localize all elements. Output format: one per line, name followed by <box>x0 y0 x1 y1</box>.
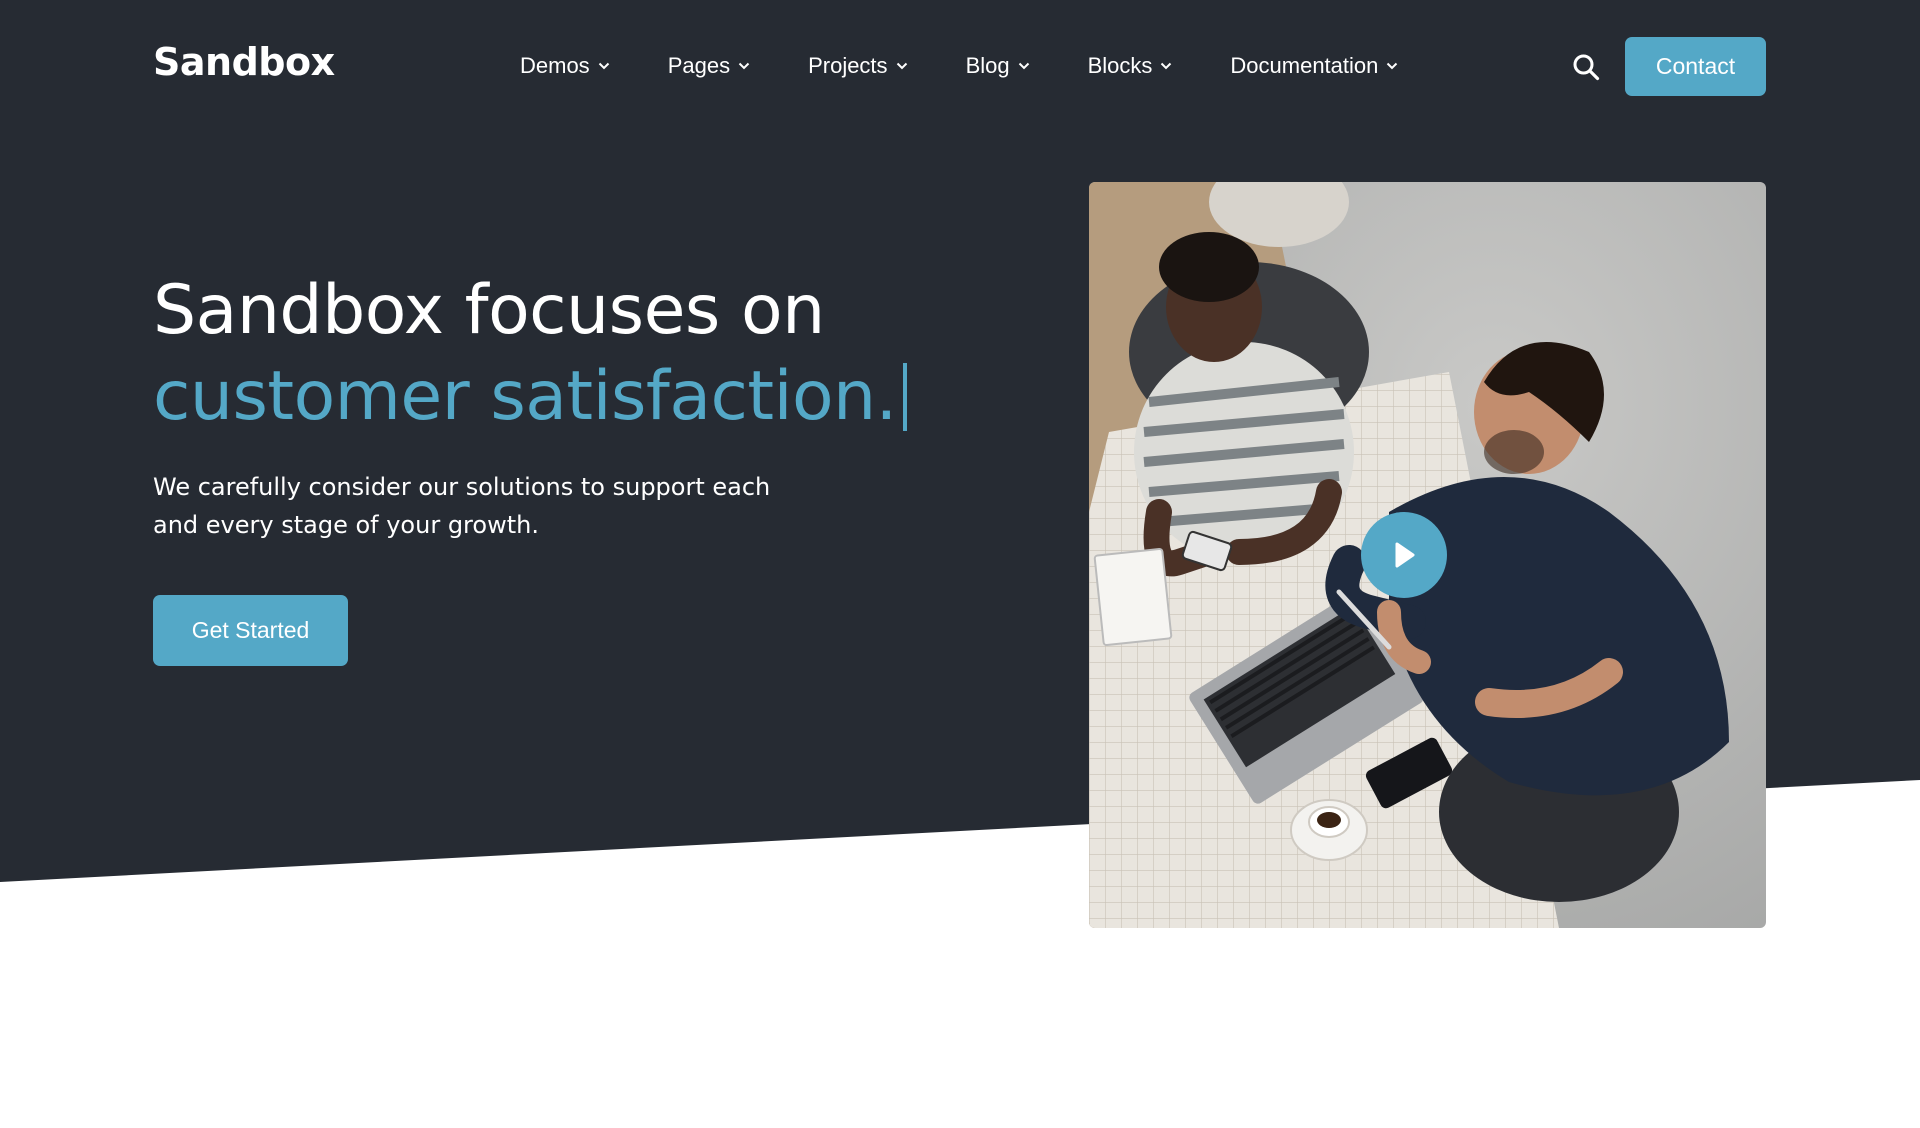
nav-item-projects[interactable]: Projects <box>808 53 907 79</box>
chevron-down-icon <box>896 62 907 70</box>
play-icon <box>1395 542 1415 568</box>
nav-item-label: Documentation <box>1230 53 1379 78</box>
chevron-down-icon <box>1387 62 1398 70</box>
page: Sandbox Demos Pages Projects Blog Blocks <box>0 0 1920 1128</box>
nav-item-demos[interactable]: Demos <box>520 53 610 79</box>
chevron-down-icon <box>1018 62 1029 70</box>
nav-item-label: Pages <box>667 53 731 78</box>
chevron-down-icon <box>738 62 750 70</box>
nav-item-pages[interactable]: Pages <box>668 53 750 79</box>
nav-item-blocks[interactable]: Blocks <box>1088 53 1173 79</box>
main-menu: Demos Pages Projects Blog Blocks Documen… <box>520 48 1398 84</box>
chevron-down-icon <box>1161 62 1172 70</box>
typing-cursor <box>902 363 907 431</box>
hero-subtitle: We carefully consider our solutions to s… <box>153 473 771 539</box>
nav-item-label: Blog <box>965 53 1010 78</box>
nav-item-label: Demos <box>520 53 590 78</box>
nav-item-blog[interactable]: Blog <box>966 53 1030 79</box>
hero-title-line1: Sandbox focuses on <box>153 271 825 350</box>
play-video-button[interactable] <box>1361 512 1447 598</box>
hero-title: Sandbox focuses on customer satisfaction… <box>153 268 907 440</box>
nav-item-documentation[interactable]: Documentation <box>1230 53 1398 79</box>
nav-item-label: Projects <box>808 53 888 78</box>
contact-button[interactable]: Contact <box>1625 37 1766 96</box>
navbar: Sandbox Demos Pages Projects Blog Blocks <box>0 0 1920 134</box>
search-button[interactable] <box>1572 53 1600 81</box>
chevron-down-icon <box>598 62 609 70</box>
hero-title-line2: customer satisfaction. <box>153 357 897 436</box>
brand-logo[interactable]: Sandbox <box>153 38 335 86</box>
search-icon <box>1573 54 1600 81</box>
nav-item-label: Blocks <box>1087 53 1153 78</box>
get-started-button[interactable]: Get Started <box>153 595 348 666</box>
